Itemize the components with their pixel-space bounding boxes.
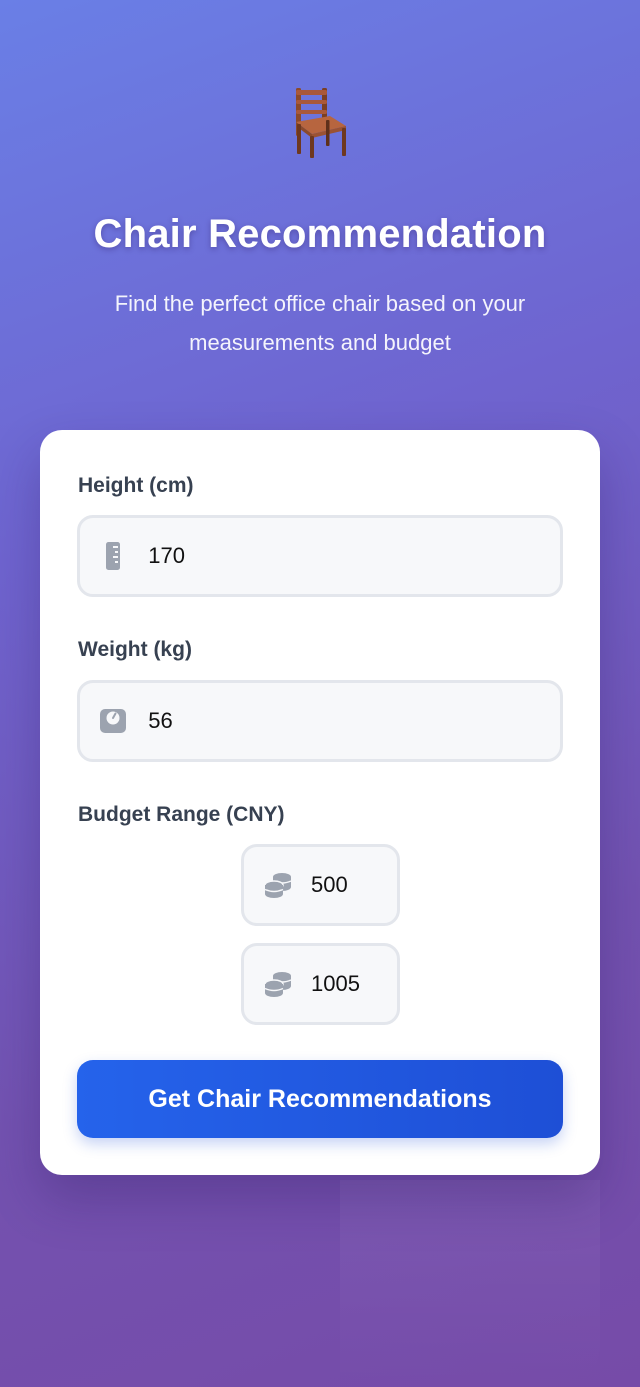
recommendation-form-card: Height (cm) Weight (kg) <box>40 430 600 1175</box>
coins-icon <box>263 868 293 902</box>
budget-min-input[interactable] <box>311 872 397 898</box>
chair-icon <box>296 88 346 158</box>
scale-icon <box>98 704 128 738</box>
budget-max-field[interactable] <box>241 943 400 1025</box>
budget-min-field[interactable] <box>241 844 400 926</box>
coins-icon <box>263 967 293 1001</box>
budget-label: Budget Range (CNY) <box>78 803 285 826</box>
height-field[interactable] <box>77 515 563 597</box>
weight-input[interactable] <box>148 708 560 734</box>
weight-field[interactable] <box>77 680 563 762</box>
page: Chair Recommendation Find the perfect of… <box>0 0 640 1387</box>
height-input[interactable] <box>148 543 560 569</box>
ruler-icon <box>98 539 128 573</box>
page-title: Chair Recommendation <box>93 212 547 256</box>
height-label: Height (cm) <box>78 474 194 497</box>
page-subtitle: Find the perfect office chair based on y… <box>114 291 526 355</box>
get-recommendations-button[interactable]: Get Chair Recommendations <box>77 1060 563 1138</box>
weight-label: Weight (kg) <box>78 638 192 661</box>
budget-max-input[interactable] <box>311 971 397 997</box>
background-decoration <box>340 1180 600 1387</box>
